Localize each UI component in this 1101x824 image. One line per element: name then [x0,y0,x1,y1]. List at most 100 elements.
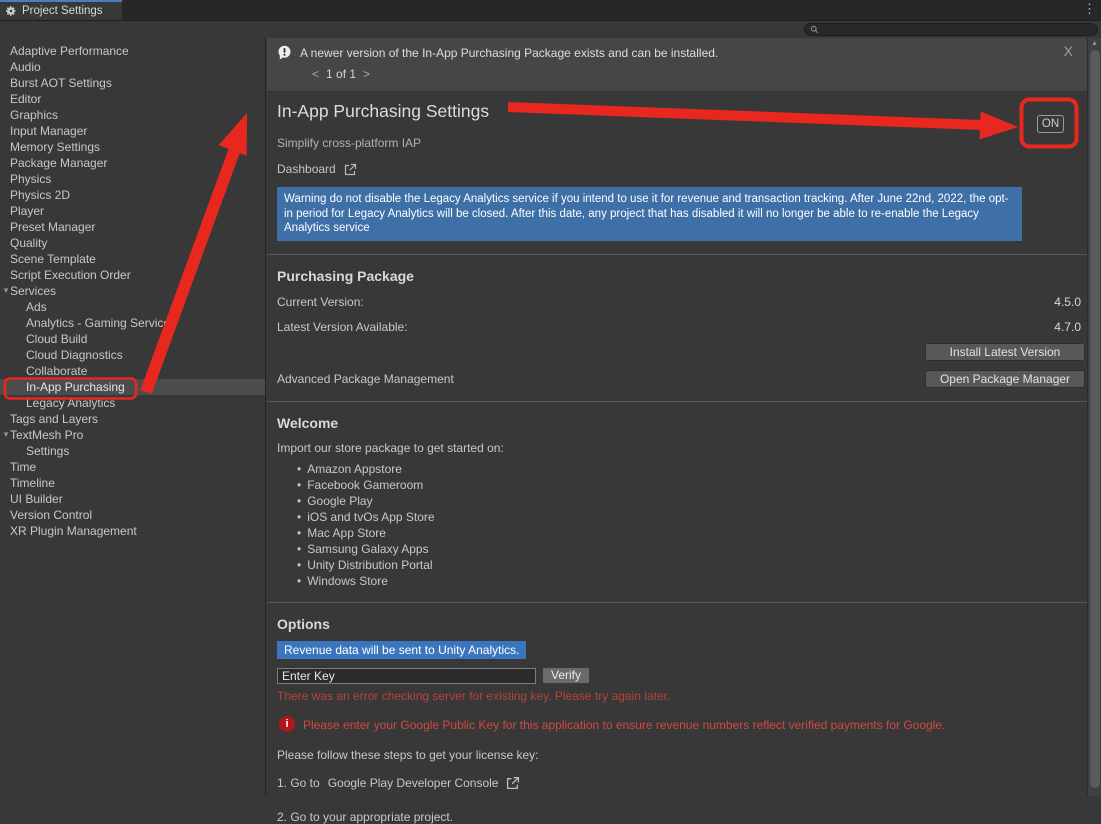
store-name: Facebook Gameroom [307,478,423,492]
sidebar-item[interactable]: ▼ Timeline [0,475,265,491]
sidebar-item[interactable]: ▼ Physics 2D [0,187,265,203]
search-input[interactable] [822,24,1082,35]
sidebar-item[interactable]: ▼ Scene Template [0,251,265,267]
store-list-item: •Amazon Appstore [297,461,1087,477]
external-link-icon [344,163,357,176]
sidebar-item[interactable]: ▼ Adaptive Performance [0,43,265,59]
sidebar-item-label: Timeline [10,476,55,490]
sidebar-item[interactable]: ▼ Graphics [0,107,265,123]
sidebar-item[interactable]: ▼ In-App Purchasing [0,379,265,395]
advanced-package-management-label: Advanced Package Management [277,372,454,386]
sidebar-item[interactable]: ▼ Editor [0,91,265,107]
title-bar: Project Settings ⋮ [0,0,1101,21]
bullet-dot: • [297,494,301,508]
sidebar-item[interactable]: ▼ XR Plugin Management [0,523,265,539]
sidebar-item[interactable]: ▼ Cloud Diagnostics [0,347,265,363]
store-name: Windows Store [307,574,388,588]
page-subtitle: Simplify cross-platform IAP [277,136,1087,150]
sidebar-item[interactable]: ▼ Audio [0,59,265,75]
search-icon [810,25,819,34]
sidebar-item-label: Legacy Analytics [26,396,115,410]
verify-button[interactable]: Verify [542,667,590,684]
sidebar-item-label: TextMesh Pro [10,428,83,442]
store-name: Amazon Appstore [307,462,402,476]
sidebar-item[interactable]: ▼ Preset Manager [0,219,265,235]
sidebar-item[interactable]: ▼ Tags and Layers [0,411,265,427]
sidebar-item-label: Script Execution Order [10,268,131,282]
vertical-scrollbar[interactable]: ▲ [1087,38,1101,796]
sidebar-item-label: Adaptive Performance [10,44,129,58]
sidebar-item[interactable]: ▼ TextMesh Pro [0,427,265,443]
sidebar-item[interactable]: ▼ Ads [0,299,265,315]
sidebar-item-label: Ads [26,300,47,314]
sidebar-item[interactable]: ▼ Package Manager [0,155,265,171]
analytics-note-badge: Revenue data will be sent to Unity Analy… [277,641,526,659]
error-info-icon: i [279,716,295,732]
settings-sidebar: ▼ Adaptive Performance ▼ Audio ▼ Burst A… [0,38,266,796]
sidebar-item-label: Player [10,204,44,218]
sidebar-item[interactable]: ▼ Quality [0,235,265,251]
store-list-item: •Unity Distribution Portal [297,557,1087,573]
open-package-manager-button[interactable]: Open Package Manager [925,370,1085,388]
welcome-intro: Import our store package to get started … [277,441,1087,455]
sidebar-item-label: Physics 2D [10,188,70,202]
sidebar-item[interactable]: ▼ Burst AOT Settings [0,75,265,91]
sidebar-item-label: XR Plugin Management [10,524,137,538]
service-on-toggle[interactable]: ON [1037,115,1064,133]
scroll-up-arrow-icon[interactable]: ▲ [1088,38,1101,49]
tab-project-settings[interactable]: Project Settings [0,0,122,20]
sidebar-item[interactable]: ▼ Physics [0,171,265,187]
kebab-menu-icon[interactable]: ⋮ [1083,1,1096,17]
sidebar-item[interactable]: ▼ Cloud Build [0,331,265,347]
latest-version-value: 4.7.0 [1054,320,1081,334]
google-play-console-link[interactable]: Google Play Developer Console [328,776,499,790]
triangle-down-icon[interactable]: ▼ [2,427,10,443]
sidebar-item-label: Settings [26,444,69,458]
sidebar-item-label: Tags and Layers [10,412,98,426]
notification-bar: A newer version of the In-App Purchasing… [267,38,1087,92]
sidebar-item[interactable]: ▼ Version Control [0,507,265,523]
sidebar-item[interactable]: ▼ UI Builder [0,491,265,507]
pager-next-button[interactable]: > [363,67,370,81]
store-name: iOS and tvOs App Store [307,510,434,524]
pager-count: 1 of 1 [326,67,356,81]
bullet-dot: • [297,542,301,556]
store-list-item: •Samsung Galaxy Apps [297,541,1087,557]
bullet-dot: • [297,558,301,572]
triangle-down-icon[interactable]: ▼ [2,283,10,299]
sidebar-item-label: Time [10,460,36,474]
sidebar-item[interactable]: ▼ Legacy Analytics [0,395,265,411]
sidebar-item-label: UI Builder [10,492,63,506]
pager-prev-button[interactable]: < [312,67,319,81]
sidebar-item[interactable]: ▼ Input Manager [0,123,265,139]
license-key-input[interactable] [277,668,536,684]
sidebar-item[interactable]: ▼ Memory Settings [0,139,265,155]
key-check-error-text: There was an error checking server for e… [277,689,1087,703]
sidebar-item-label: In-App Purchasing [26,380,125,394]
dashboard-link[interactable]: Dashboard [277,162,357,176]
scrollbar-thumb[interactable] [1090,50,1100,788]
sidebar-item-label: Analytics - Gaming Services [26,316,176,330]
store-list-item: • Facebook Gameroom [297,477,1087,493]
install-latest-version-button[interactable]: Install Latest Version [925,343,1085,361]
sidebar-item-label: Burst AOT Settings [10,76,112,90]
sidebar-item[interactable]: ▼ Analytics - Gaming Services [0,315,265,331]
store-list-item: •Google Play [297,493,1087,509]
current-version-row: Current Version: 4.5.0 [277,295,1081,309]
sidebar-item[interactable]: ▼ Script Execution Order [0,267,265,283]
search-box[interactable] [804,23,1098,36]
sidebar-item[interactable]: ▼ Services [0,283,265,299]
sidebar-item[interactable]: ▼ Player [0,203,265,219]
sidebar-item[interactable]: ▼ Collaborate [0,363,265,379]
store-list-item: •Mac App Store [297,525,1087,541]
step-2-text: 2. Go to your appropriate project. [277,810,1087,824]
bullet-dot: • [297,478,301,492]
sidebar-item[interactable]: ▼ Settings [0,443,265,459]
settings-toolbar [0,21,1101,38]
bullet-dot: • [297,526,301,540]
external-link-icon[interactable] [506,776,520,790]
sidebar-item[interactable]: ▼ Time [0,459,265,475]
google-key-warning-text: Please enter your Google Public Key for … [303,716,945,732]
notification-close-button[interactable]: X [1064,43,1073,59]
sidebar-item-label: Collaborate [26,364,87,378]
